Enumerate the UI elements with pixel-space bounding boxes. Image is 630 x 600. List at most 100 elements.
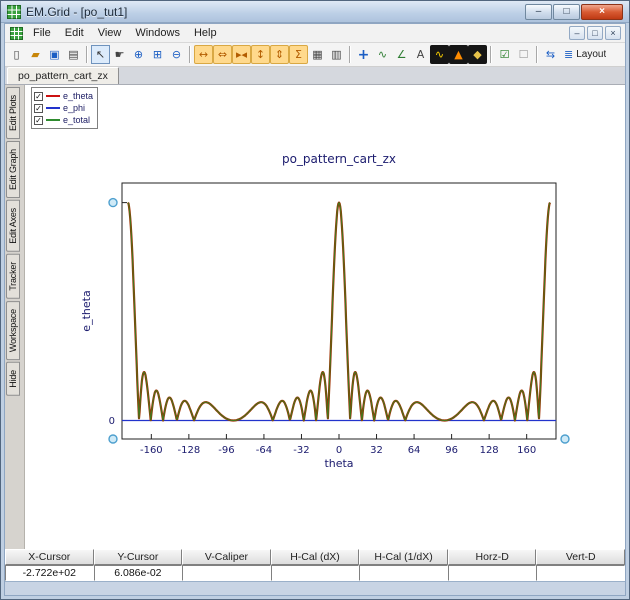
legend-label: e_phi xyxy=(63,103,85,113)
autoscale-icon: Σ xyxy=(295,48,302,61)
y-axis-label: e_theta xyxy=(80,290,93,331)
menu-file[interactable]: File xyxy=(26,25,58,41)
maximize-button[interactable]: □ xyxy=(553,4,580,20)
zoom-window-button[interactable]: ⊞ xyxy=(148,45,167,64)
collapse-x-icon: ▸◂ xyxy=(236,48,247,61)
new-file-icon: ▯ xyxy=(13,48,19,61)
mdi-minimize-button[interactable]: – xyxy=(569,26,585,40)
readout-header-H-Cal (1/dX)[interactable]: H-Cal (1/dX) xyxy=(359,549,448,565)
new-file-button[interactable]: ▯ xyxy=(7,45,26,64)
zoom-in-icon: ⊕ xyxy=(134,48,143,61)
sidebar: Edit Plots Edit Graph Edit Axes Tracker Work… xyxy=(5,85,25,549)
titlebar[interactable]: EM.Grid - [po_tut1] – □ × xyxy=(1,1,629,23)
layout-button[interactable]: ≣Layout xyxy=(560,45,610,64)
minimize-button[interactable]: – xyxy=(525,4,552,20)
readout-header-Vert-D[interactable]: Vert-D xyxy=(536,549,625,565)
print-button[interactable]: ▤ xyxy=(64,45,83,64)
tracker-cross-button[interactable]: + xyxy=(354,45,373,64)
text-tool-icon: A xyxy=(417,48,425,61)
text-tool-button[interactable]: A xyxy=(411,45,430,64)
sidebar-tab-edit-axes[interactable]: Edit Axes xyxy=(6,200,20,252)
sidebar-tab-edit-graph[interactable]: Edit Graph xyxy=(6,141,20,198)
legend-checkbox-e_theta[interactable]: ✓ xyxy=(34,92,43,101)
axis-handle[interactable] xyxy=(109,435,117,443)
sidebar-tab-hide[interactable]: Hide xyxy=(6,362,20,396)
readout-header-Horz-D[interactable]: Horz-D xyxy=(448,549,537,565)
legend-checkbox-e_phi[interactable]: ✓ xyxy=(34,104,43,113)
layout-icon: ≣ xyxy=(564,48,573,61)
surface-style-button[interactable]: ▲ xyxy=(449,45,468,64)
readout-value-V-Caliper xyxy=(182,565,271,581)
readout-header-Y-Cursor[interactable]: Y-Cursor xyxy=(94,549,183,565)
sidebar-tab-edit-plots[interactable]: Edit Plots xyxy=(6,87,20,139)
angle-tool-icon: ∠ xyxy=(397,48,407,61)
app-icon[interactable] xyxy=(7,5,21,19)
x-tick-label: 64 xyxy=(408,445,421,456)
readout-header-H-Cal (dX)[interactable]: H-Cal (dX) xyxy=(271,549,360,565)
readout-value-Y-Cursor: 6.086e-02 xyxy=(94,565,183,581)
save-button[interactable]: ▣ xyxy=(45,45,64,64)
grid-button[interactable]: ▦ xyxy=(308,45,327,64)
swap-axes-button[interactable]: ⇆ xyxy=(541,45,560,64)
client-area: FileEditViewWindowsHelp – □ × ▯ ▰▣▤ ↖☛ ⊕ ⊞⊖ ↔… xyxy=(4,23,626,596)
x-axis-label: theta xyxy=(324,457,353,470)
expand-y-button[interactable]: ⇕ xyxy=(270,45,289,64)
collapse-x-button[interactable]: ▸◂ xyxy=(232,45,251,64)
x-tick-label: 32 xyxy=(370,445,383,456)
open-file-button[interactable]: ▰ xyxy=(26,45,45,64)
toggle-off-button[interactable]: ☐ xyxy=(514,45,533,64)
axis-handle[interactable] xyxy=(109,199,117,207)
readout-value-Vert-D xyxy=(536,565,625,581)
close-button[interactable]: × xyxy=(581,4,623,20)
chart-canvas[interactable]: po_pattern_cart_zxthetae_theta-160-128-9… xyxy=(25,85,625,549)
readout-header-V-Caliper[interactable]: V-Caliper xyxy=(182,549,271,565)
legend-swatch-e_total xyxy=(46,119,60,121)
table-icon: ▥ xyxy=(331,48,341,61)
readout-value-H-Cal (dX) xyxy=(271,565,360,581)
x-tick-label: -96 xyxy=(218,445,234,456)
expand-y-icon: ⇕ xyxy=(275,48,284,61)
readout-header-X-Cursor[interactable]: X-Cursor xyxy=(5,549,94,565)
waveform-style-button[interactable]: ∿ xyxy=(430,45,449,64)
pan-hand-button[interactable]: ☛ xyxy=(110,45,129,64)
sidebar-tab-tracker[interactable]: Tracker xyxy=(6,254,20,299)
readout-value-Horz-D xyxy=(448,565,537,581)
colormap-button[interactable]: ◆ xyxy=(468,45,487,64)
menu-help[interactable]: Help xyxy=(187,25,224,41)
menu-bar: FileEditViewWindowsHelp – □ × xyxy=(5,24,625,43)
tracker-cross-icon: + xyxy=(358,47,370,63)
angle-tool-button[interactable]: ∠ xyxy=(392,45,411,64)
toggle-off-icon: ☐ xyxy=(519,48,529,61)
zoom-in-button[interactable]: ⊕ xyxy=(129,45,148,64)
menu-view[interactable]: View xyxy=(91,25,129,41)
readout-value-X-Cursor: -2.722e+02 xyxy=(5,565,94,581)
colormap-icon: ◆ xyxy=(473,48,481,61)
expand-x-button[interactable]: ⇔ xyxy=(213,45,232,64)
sidebar-tab-workspace[interactable]: Workspace xyxy=(6,301,20,360)
curve-tool-button[interactable]: ∿ xyxy=(373,45,392,64)
legend-checkbox-e_total[interactable]: ✓ xyxy=(34,116,43,125)
toggle-on-button[interactable]: ☑ xyxy=(495,45,514,64)
autoscale-button[interactable]: Σ xyxy=(289,45,308,64)
mdi-restore-button[interactable]: □ xyxy=(587,26,603,40)
window-controls: – □ × xyxy=(525,4,623,20)
select-pointer-button[interactable]: ↖ xyxy=(91,45,110,64)
mdi-close-button[interactable]: × xyxy=(605,26,621,40)
app-window: EM.Grid - [po_tut1] – □ × FileEditViewWi… xyxy=(0,0,630,600)
x-tick-label: 160 xyxy=(517,445,536,456)
axis-handle[interactable] xyxy=(561,435,569,443)
fit-width-button[interactable]: ↔ xyxy=(194,45,213,64)
fit-height-button[interactable]: ↕ xyxy=(251,45,270,64)
chart-title: po_pattern_cart_zx xyxy=(282,152,396,166)
menu-windows[interactable]: Windows xyxy=(128,25,187,41)
toolbar-button-label: Layout xyxy=(576,49,606,60)
zoom-out-button[interactable]: ⊖ xyxy=(167,45,186,64)
table-button[interactable]: ▥ xyxy=(327,45,346,64)
x-tick-label: 96 xyxy=(445,445,458,456)
curve-tool-icon: ∿ xyxy=(378,48,387,61)
menu-edit[interactable]: Edit xyxy=(58,25,91,41)
plot-panel[interactable]: ✓e_theta✓e_phi✓e_total po_pattern_cart_z… xyxy=(25,85,625,549)
tab-po_pattern_cart_zx[interactable]: po_pattern_cart_zx xyxy=(7,67,119,84)
menu-items: FileEditViewWindowsHelp xyxy=(26,25,569,41)
child-window-icon[interactable] xyxy=(10,27,23,40)
